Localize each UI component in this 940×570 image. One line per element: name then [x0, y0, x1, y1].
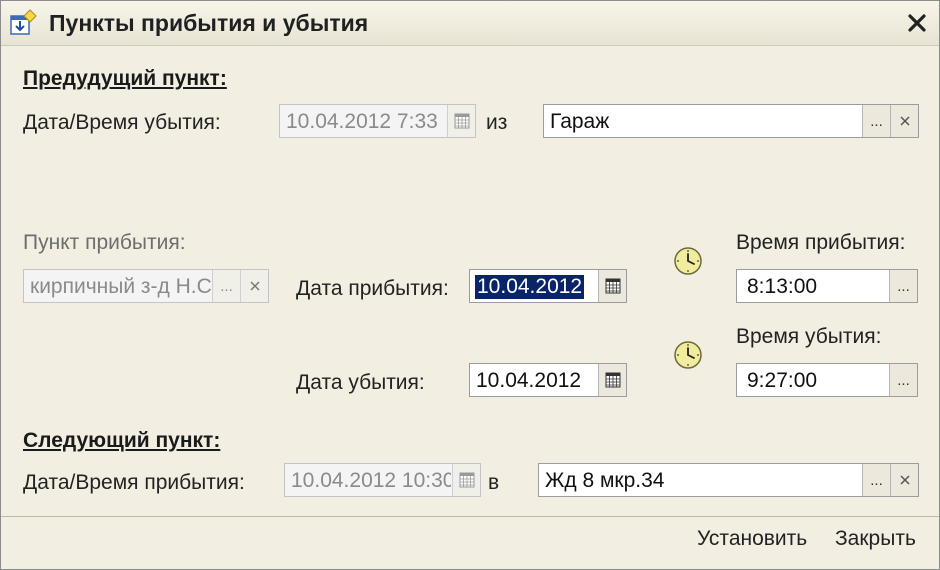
clock-icon: [673, 340, 703, 375]
arrival-time-label: Время прибытия:: [736, 231, 906, 254]
next-arrival-datetime-label: Дата/Время прибытия:: [23, 471, 245, 494]
calendar-icon: [605, 372, 620, 388]
departure-date-field[interactable]: 10.04.2012: [469, 363, 627, 397]
arrival-point-value: кирпичный з-д Н.С: [30, 275, 212, 298]
next-arrival-calendar-button[interactable]: [452, 464, 480, 496]
previous-departure-calendar-button[interactable]: [447, 105, 475, 137]
arrival-time-field[interactable]: 8:13:00 ...: [736, 269, 918, 303]
arrival-point-select-button[interactable]: ...: [212, 270, 240, 302]
close-button[interactable]: Закрыть: [835, 527, 916, 551]
departure-date-value: 10.04.2012: [476, 369, 582, 392]
previous-point-clear-button[interactable]: [890, 105, 918, 137]
previous-point-heading: Предудущий пункт:: [23, 67, 227, 90]
next-point-field[interactable]: Жд 8 мкр.34 ...: [538, 463, 919, 497]
clear-x-icon: [899, 116, 910, 126]
dialog-window: Пункты прибытия и убытия Предудущий пунк…: [0, 0, 940, 570]
arrival-point-field[interactable]: кирпичный з-д Н.С ...: [23, 269, 269, 303]
next-point-clear-button[interactable]: [890, 464, 918, 496]
departure-date-calendar-button[interactable]: [598, 364, 626, 396]
install-button[interactable]: Установить: [697, 527, 807, 551]
arrival-point-label: Пункт прибытия:: [23, 231, 186, 254]
calendar-arrow-icon: [8, 8, 38, 38]
departure-time-field[interactable]: 9:27:00 ...: [736, 363, 918, 397]
previous-departure-value: 10.04.2012 7:33: [286, 110, 438, 133]
departure-time-select-button[interactable]: ...: [889, 364, 917, 396]
title-bar: Пункты прибытия и убытия: [1, 1, 939, 46]
previous-departure-field[interactable]: 10.04.2012 7:33: [279, 104, 476, 138]
close-window-button[interactable]: [901, 7, 933, 39]
departure-date-label: Дата убытия:: [296, 371, 425, 394]
next-arrival-field[interactable]: 10.04.2012 10:30: [284, 463, 481, 497]
arrival-time-select-button[interactable]: ...: [889, 270, 917, 302]
arrival-time-value: 8:13:00: [747, 275, 818, 298]
next-point-select-button[interactable]: ...: [862, 464, 890, 496]
departure-time-label: Время убытия:: [736, 325, 882, 348]
arrival-date-value: 10.04.2012: [475, 275, 585, 299]
departure-time-value: 9:27:00: [747, 369, 818, 392]
arrival-point-clear-button[interactable]: [240, 270, 268, 302]
previous-point-value: Гараж: [550, 110, 610, 133]
footer-divider: [1, 516, 939, 517]
calendar-icon: [605, 278, 620, 294]
clear-x-icon: [899, 475, 910, 485]
next-point-value: Жд 8 мкр.34: [545, 469, 665, 492]
calendar-icon: [459, 472, 474, 488]
arrival-date-calendar-button[interactable]: [598, 270, 626, 302]
clock-icon: [673, 246, 703, 281]
calendar-icon: [454, 113, 469, 129]
from-label: из: [486, 111, 508, 134]
previous-point-select-button[interactable]: ...: [862, 105, 890, 137]
departure-datetime-label: Дата/Время убытия:: [23, 111, 221, 134]
in-label: в: [488, 471, 500, 494]
window-title: Пункты прибытия и убытия: [49, 10, 369, 36]
arrival-date-label: Дата прибытия:: [296, 277, 449, 300]
next-arrival-value: 10.04.2012 10:30: [291, 469, 451, 492]
arrival-date-field[interactable]: 10.04.2012: [469, 269, 627, 303]
close-icon: [908, 14, 926, 32]
previous-point-field[interactable]: Гараж ...: [543, 104, 919, 138]
next-point-heading: Следующий пункт:: [23, 429, 221, 452]
clear-x-icon: [249, 281, 260, 291]
